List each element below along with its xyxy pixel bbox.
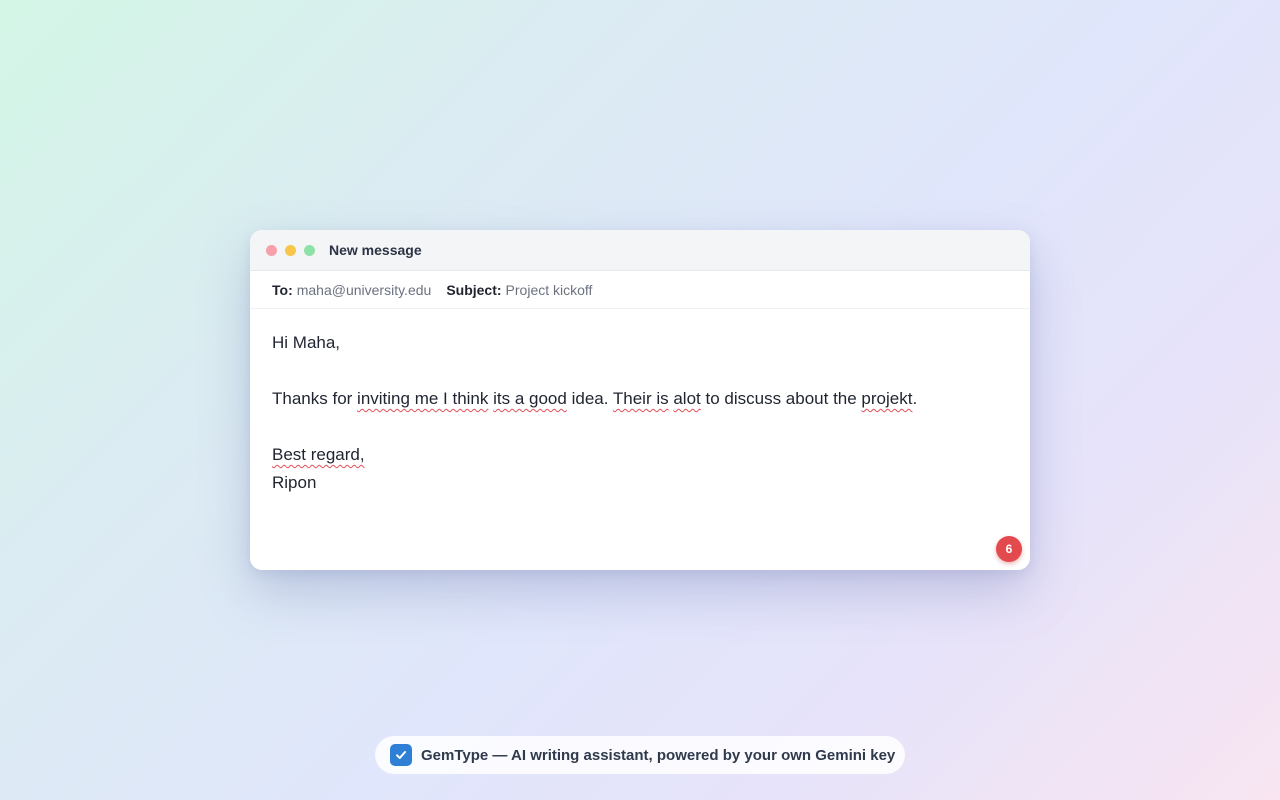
checkmark-icon [390, 744, 412, 766]
spelling-error[interactable]: projekt [861, 389, 912, 408]
subject-field[interactable]: Project kickoff [506, 282, 593, 298]
body-line: Thanks for inviting me I think its a goo… [272, 389, 918, 408]
window-title: New message [329, 242, 422, 258]
spelling-error[interactable]: inviting me I think [357, 389, 488, 408]
compose-window: New message To: maha@university.edu Subj… [250, 230, 1030, 570]
greeting-line: Hi Maha, [272, 333, 341, 352]
gemtype-banner: GemType — AI writing assistant, powered … [375, 736, 905, 774]
signature-line: Ripon [272, 473, 317, 492]
spelling-error[interactable]: alot [673, 389, 700, 408]
title-bar: New message [250, 230, 1030, 271]
to-field[interactable]: maha@university.edu [297, 282, 432, 298]
spelling-error[interactable]: Best regard, [272, 445, 365, 464]
banner-text: GemType — AI writing assistant, powered … [421, 746, 896, 764]
close-window-button[interactable] [266, 244, 277, 256]
closing-line: Best regard, [272, 441, 1008, 469]
spelling-error[interactable]: Their is [613, 389, 669, 408]
message-body-editor[interactable]: Hi Maha, Thanks for inviting me I think … [250, 309, 1030, 497]
issue-count-badge[interactable]: 6 [996, 536, 1022, 562]
to-label: To: [272, 281, 293, 298]
subject-label: Subject: [446, 281, 502, 298]
spelling-error[interactable]: its a good [493, 389, 567, 408]
message-header: To: maha@university.edu Subject: Project… [250, 271, 1030, 309]
minimize-window-button[interactable] [285, 244, 296, 256]
maximize-window-button[interactable] [304, 244, 315, 256]
